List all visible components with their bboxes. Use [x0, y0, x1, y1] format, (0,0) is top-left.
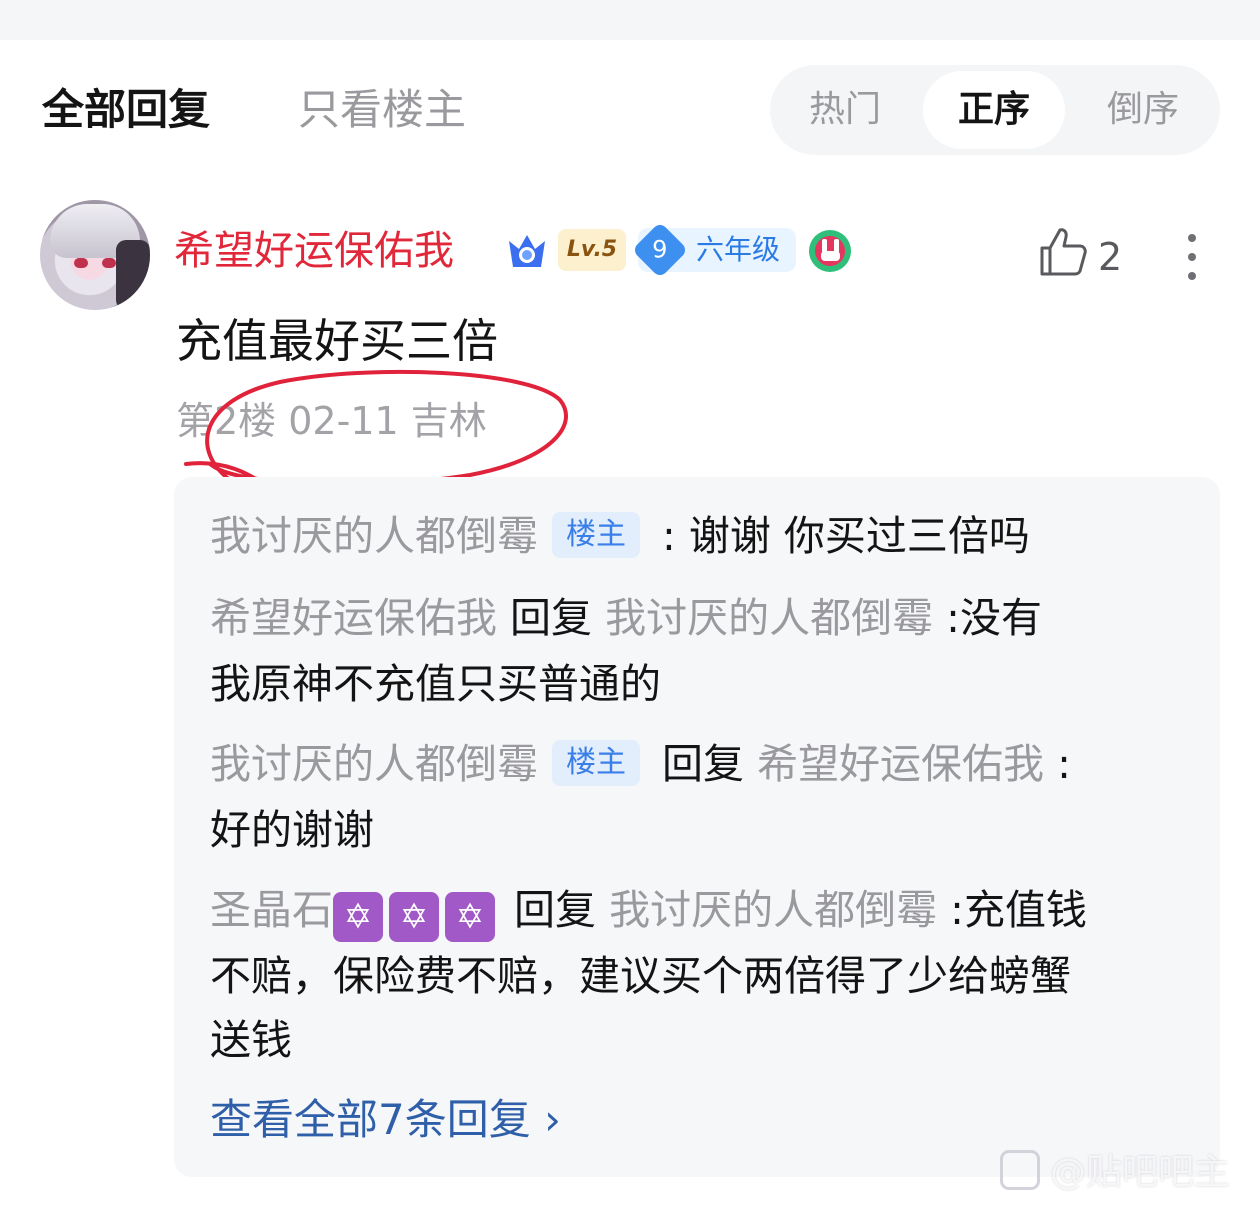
- reply-text: : 谢谢 你买过三倍吗: [662, 512, 1030, 560]
- level-badge: Lv.5: [558, 229, 626, 271]
- rock-hand-icon: [809, 230, 851, 272]
- sort-toggle-group: 热门 正序 倒序: [770, 65, 1220, 155]
- watermark-logo-icon: [1000, 1150, 1040, 1190]
- owner-tag: 楼主: [552, 740, 640, 786]
- reply-text: 好的谢谢: [210, 806, 374, 854]
- tab-all-replies[interactable]: 全部回复: [42, 84, 210, 136]
- like-count: 2: [1098, 235, 1123, 279]
- owner-tag: 楼主: [552, 512, 640, 558]
- reply-target-user[interactable]: 我讨厌的人都倒霉: [605, 594, 933, 642]
- sub-reply-3-cont: 好的谢谢: [210, 797, 374, 863]
- sub-reply-2[interactable]: 希望好运保佑我 回复 我讨厌的人都倒霉 :没有: [210, 585, 1042, 651]
- reply-word: 回复: [510, 594, 593, 642]
- thumbs-up-icon[interactable]: [1038, 226, 1088, 278]
- sub-reply-4-cont: 不赔，保险费不赔，建议买个两倍得了少给螃蟹: [210, 943, 1071, 1009]
- reply-text: 不赔，保险费不赔，建议买个两倍得了少给螃蟹: [210, 952, 1071, 1000]
- sort-hot-button[interactable]: 热门: [770, 71, 920, 149]
- sort-descending-button[interactable]: 倒序: [1068, 71, 1218, 149]
- more-options-icon[interactable]: [1182, 232, 1202, 282]
- hexagram-icon: ✡: [389, 892, 439, 942]
- reply-text: :: [1044, 740, 1071, 788]
- reply-user[interactable]: 我讨厌的人都倒霉: [210, 512, 538, 560]
- crown-icon: [509, 235, 545, 267]
- reply-text: :没有: [933, 594, 1042, 642]
- reply-text: :充值钱: [937, 886, 1087, 934]
- grade-badge: 9 六年级: [631, 221, 796, 279]
- grade-text: 六年级: [696, 233, 781, 266]
- reply-target-user[interactable]: 我讨厌的人都倒霉: [609, 886, 937, 934]
- reply-text: 送钱: [210, 1016, 292, 1064]
- sub-reply-1[interactable]: 我讨厌的人都倒霉 楼主 : 谢谢 你买过三倍吗: [210, 503, 1030, 569]
- watermark: @贴吧吧主: [1000, 1150, 1230, 1195]
- reply-word: 回复: [514, 886, 597, 934]
- sub-replies-panel: 我讨厌的人都倒霉 楼主: 谢谢 你买过三倍吗 希望好运保佑我 回复 我讨厌的人都倒…: [174, 477, 1220, 1177]
- hexagram-icon: ✡: [333, 892, 383, 942]
- reply-text: 我原神不充值只买普通的: [210, 660, 661, 708]
- post-username[interactable]: 希望好运保佑我: [174, 226, 454, 276]
- reply-target-user[interactable]: 希望好运保佑我: [757, 740, 1044, 788]
- sort-ascending-button[interactable]: 正序: [923, 71, 1065, 149]
- reply-user[interactable]: 希望好运保佑我: [210, 594, 497, 642]
- sub-reply-3[interactable]: 我讨厌的人都倒霉 楼主 回复 希望好运保佑我 :: [210, 731, 1071, 797]
- reply-word: 回复: [662, 740, 744, 788]
- reply-page: 全部回复 只看楼主 热门 正序 倒序 希望好运保佑我 Lv.5 9 六年级 2: [0, 0, 1260, 1208]
- view-all-replies-link[interactable]: 查看全部7条回复 ›: [210, 1087, 561, 1153]
- sub-reply-2-cont: 我原神不充值只买普通的: [210, 651, 661, 717]
- reply-user[interactable]: 圣晶石: [210, 886, 333, 934]
- avatar[interactable]: [40, 200, 150, 310]
- sub-reply-4-cont2: 送钱: [210, 1007, 292, 1073]
- reply-user[interactable]: 我讨厌的人都倒霉: [210, 740, 538, 788]
- tab-owner-only[interactable]: 只看楼主: [298, 84, 466, 136]
- top-strip: [0, 0, 1260, 40]
- grade-number-icon: 9: [631, 221, 689, 279]
- sub-reply-4[interactable]: 圣晶石 ✡ ✡ ✡ 回复 我讨厌的人都倒霉 :充值钱: [210, 877, 1087, 943]
- hexagram-icon: ✡: [445, 892, 495, 942]
